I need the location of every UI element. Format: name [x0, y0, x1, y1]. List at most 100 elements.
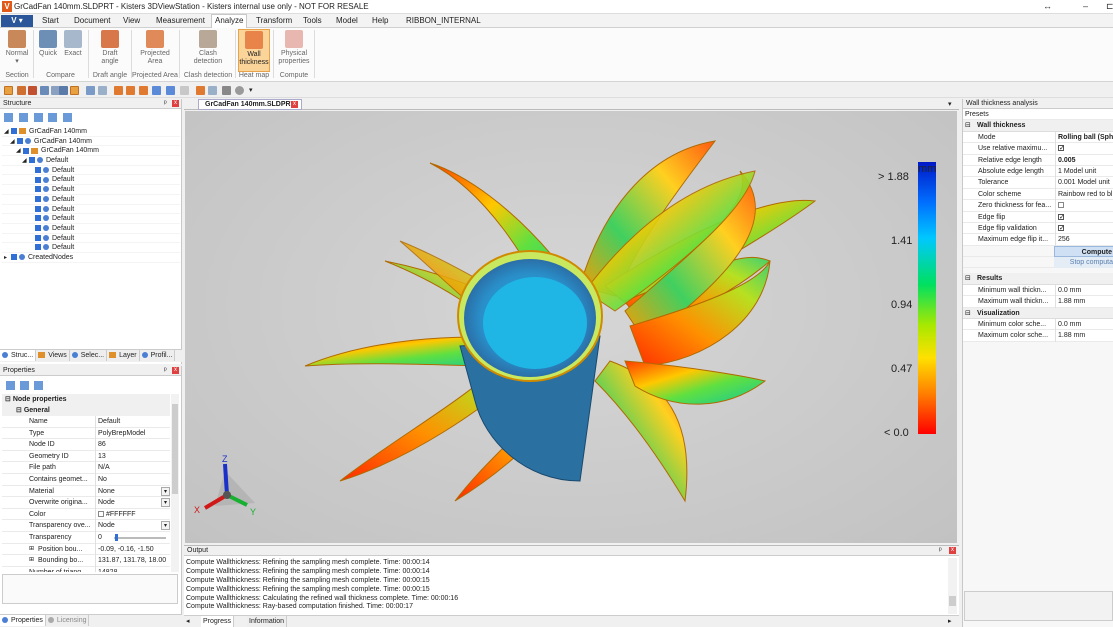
checked-checkbox[interactable]: ✓ [1058, 145, 1065, 152]
visibility-checkbox[interactable] [35, 244, 41, 251]
wall-property-row[interactable]: Relative edge length 0.005 [963, 154, 1113, 166]
tree-row[interactable]: ◢ Default [2, 156, 180, 166]
physical-properties-button[interactable]: Physical properties [276, 30, 312, 66]
wall-property-row[interactable]: Tolerance 0.001 Model unit [963, 177, 1113, 189]
property-row[interactable]: Transparency 0 [2, 531, 170, 544]
visibility-checkbox[interactable] [17, 137, 23, 144]
tree-row[interactable]: Default [2, 243, 180, 253]
slider-thumb[interactable] [115, 533, 118, 541]
property-value[interactable]: 256 [1055, 234, 1113, 246]
transparency-slider[interactable] [114, 536, 166, 539]
chevron-down-icon[interactable]: ▾ [161, 498, 170, 508]
view-iso-5-icon[interactable] [166, 86, 175, 95]
menu-model[interactable]: Model [336, 15, 358, 27]
tree-row[interactable]: Default [2, 205, 180, 215]
visibility-checkbox[interactable] [29, 157, 35, 164]
wall-thickness-section[interactable]: ⊟ Wall thickness [963, 120, 1113, 132]
more-dropdown-icon[interactable]: ▾ [249, 86, 253, 94]
tab-views[interactable]: Views [36, 350, 70, 361]
property-value[interactable]: No [95, 473, 170, 486]
expand-icon[interactable]: ⊞ [29, 555, 34, 567]
expand-level-icon[interactable] [34, 113, 43, 122]
categorized-icon[interactable] [6, 381, 15, 390]
property-value[interactable]: Default [95, 416, 170, 428]
property-row[interactable]: Contains geomet... No [2, 473, 170, 486]
property-value[interactable]: 1.88 mm [1055, 296, 1113, 308]
wall-property-row[interactable]: Edge flip validation ✓ [963, 222, 1113, 235]
wall-property-row[interactable]: Maximum color sche... 1.88 mm [963, 330, 1113, 342]
property-value[interactable]: 1 Model unit [1055, 165, 1113, 178]
property-value[interactable]: 0.0 mm [1055, 319, 1113, 331]
expand-icon[interactable]: ⊞ [29, 544, 34, 556]
visibility-checkbox[interactable] [35, 176, 41, 183]
property-row[interactable]: Material None ▾ [2, 485, 170, 498]
tree-row[interactable]: Default [2, 234, 180, 244]
normal-section-button[interactable]: Normal ▾ [4, 30, 30, 66]
render-mode-icon[interactable] [196, 86, 205, 95]
tree-row[interactable]: ▸ CreatedNodes [2, 253, 180, 263]
view-iso-6-icon[interactable] [180, 86, 189, 95]
checked-checkbox[interactable]: ✓ [1058, 213, 1065, 221]
wall-property-row[interactable]: Maximum wall thickn... 1.88 mm [963, 296, 1113, 308]
exact-compare-button[interactable]: Exact [61, 30, 85, 58]
tab-structure[interactable]: Struc... [0, 350, 37, 361]
frame-icon[interactable] [222, 86, 231, 95]
property-row[interactable]: Color #FFFFFF [2, 508, 170, 521]
collapse-icon[interactable]: ⊟ [965, 273, 971, 284]
tab-profiles[interactable]: Profil... [139, 350, 176, 361]
quick-compare-button[interactable]: Quick [36, 30, 60, 58]
property-value[interactable]: 0 [95, 531, 170, 544]
rotate-icon[interactable] [17, 86, 26, 95]
tab-information[interactable]: Information [247, 616, 288, 627]
property-row[interactable]: Node ID 86 [2, 439, 170, 451]
property-value[interactable]: None [95, 485, 170, 498]
tree-row[interactable]: Default [2, 195, 180, 205]
close-icon[interactable]: x [949, 547, 956, 554]
property-value[interactable]: Node [95, 497, 170, 509]
property-row[interactable]: ⊞ Bounding bo... 131.87, 131.78, 18.00 [2, 555, 170, 567]
select-tool-icon[interactable] [4, 86, 13, 95]
tree-row[interactable]: Default [2, 175, 180, 186]
wall-property-row[interactable]: Edge flip ✓ [963, 211, 1113, 223]
view-side-icon[interactable] [98, 86, 107, 95]
visibility-checkbox[interactable] [35, 225, 41, 232]
scroll-thumb[interactable] [949, 596, 956, 606]
app-menu-button[interactable]: V ▾ [1, 15, 33, 27]
pan-icon[interactable] [40, 86, 49, 95]
property-value[interactable]: 131.87, 131.78, 18.00 [95, 555, 170, 567]
minimize-button[interactable]: – [1083, 1, 1088, 11]
property-value[interactable]: Node [95, 520, 170, 532]
tab-grcadfan-document[interactable]: GrCadFan 140mm.SLDPRT [198, 99, 302, 110]
property-value[interactable]: ✓ [1055, 222, 1113, 235]
3d-viewport[interactable]: mm > 1.88 1.41 0.94 0.47 < 0.0 Z X Y [185, 111, 957, 543]
property-value[interactable]: N/A [95, 462, 170, 474]
restore-icon[interactable]: ↔ [1043, 1, 1052, 11]
stop-computation-button[interactable]: Stop computa [1054, 257, 1113, 269]
property-value[interactable]: 1.88 mm [1055, 330, 1113, 342]
view-front-icon[interactable] [86, 86, 95, 95]
menu-tools[interactable]: Tools [303, 15, 322, 27]
tab-progress[interactable]: Progress [201, 616, 235, 627]
tree-row[interactable]: ◢ GrCadFan 140mm [2, 137, 180, 147]
visibility-checkbox[interactable] [11, 128, 17, 135]
property-value[interactable]: ✓ [1055, 211, 1113, 223]
property-value[interactable]: 14828 [95, 566, 170, 572]
view-iso-1-icon[interactable] [114, 86, 123, 95]
tab-list-dropdown-icon[interactable]: ▾ [948, 100, 952, 108]
menu-view[interactable]: View [123, 15, 140, 27]
tree-row[interactable]: Default [2, 166, 180, 176]
node-properties-section[interactable]: ⊟ Node properties [2, 394, 170, 405]
property-value[interactable]: 0.0 mm [1055, 284, 1113, 297]
pin-icon[interactable]: ᵖ [939, 547, 942, 554]
visibility-checkbox[interactable] [35, 195, 41, 202]
chevron-down-icon[interactable]: ▾ [161, 521, 170, 531]
property-value[interactable]: Rainbow red to bl [1055, 188, 1113, 201]
collapse-icon[interactable]: ⊟ [965, 120, 971, 131]
tab-selections[interactable]: Selec... [69, 350, 108, 361]
property-row[interactable]: Overwrite origina... Node ▾ [2, 497, 170, 509]
visibility-checkbox[interactable] [35, 215, 41, 222]
tab-layer[interactable]: Layer [107, 350, 140, 361]
property-value[interactable] [1055, 200, 1113, 212]
undo-icon[interactable] [28, 86, 37, 95]
wall-property-row[interactable]: Color scheme Rainbow red to bl [963, 188, 1113, 201]
